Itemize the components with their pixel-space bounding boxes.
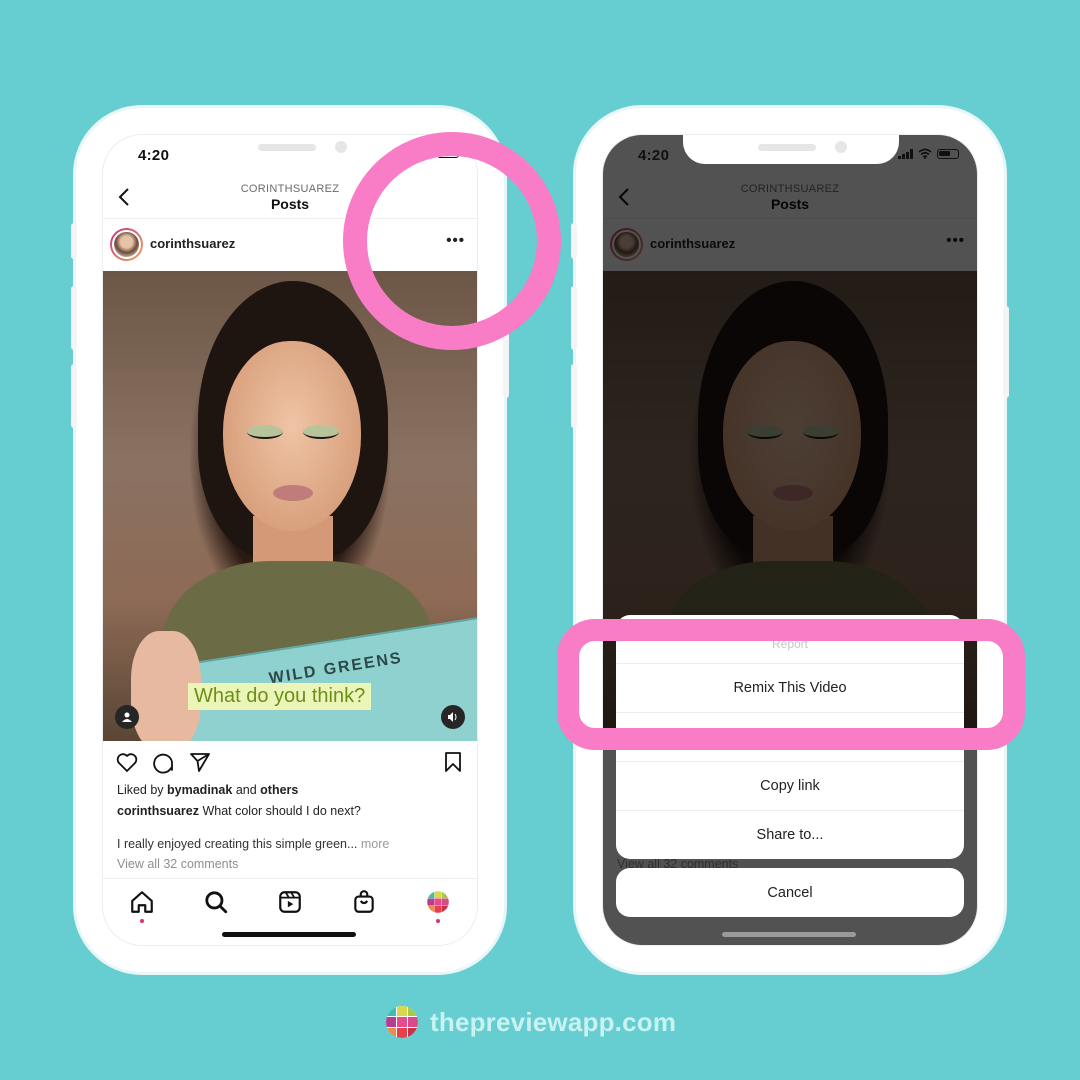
home-indicator[interactable] <box>222 932 356 937</box>
speaker <box>258 144 316 151</box>
more-link[interactable]: more <box>361 837 389 851</box>
tab-profile[interactable] <box>425 889 451 923</box>
search-icon <box>205 891 228 914</box>
notch <box>183 135 399 164</box>
battery-icon <box>937 148 959 159</box>
camera <box>835 141 847 153</box>
wifi-icon <box>918 148 932 159</box>
volume-down-button <box>71 364 77 428</box>
view-comments-link[interactable]: View all 32 comments <box>117 857 238 871</box>
signal-icon <box>898 148 913 159</box>
highlight-rectangle <box>557 619 1025 750</box>
home-indicator[interactable] <box>722 932 856 937</box>
reels-icon <box>279 891 301 913</box>
brand-logo-icon <box>386 1006 418 1038</box>
caption-more-text: I really enjoyed creating this simple gr… <box>117 837 361 851</box>
tab-home[interactable] <box>129 889 155 923</box>
likes-others[interactable]: others <box>260 783 298 797</box>
media-face <box>223 341 361 531</box>
highlight-circle <box>343 132 561 350</box>
camera <box>335 141 347 153</box>
share-icon[interactable] <box>188 750 212 774</box>
tab-bar <box>103 878 477 928</box>
heart-icon[interactable] <box>115 750 139 774</box>
status-time: 4:20 <box>638 147 670 164</box>
volume-up-button <box>71 286 77 350</box>
sheet-item-share-to[interactable]: Share to... <box>616 810 964 859</box>
sheet-item-copy-link[interactable]: Copy link <box>616 761 964 810</box>
brand-url: thepreviewapp.com <box>430 1006 677 1037</box>
profile-icon <box>427 891 449 913</box>
volume-up-button <box>571 286 577 350</box>
likes-text: Liked by bymadinak and others <box>117 783 298 797</box>
power-button <box>1003 306 1009 398</box>
caption: corinthsuarez What color should I do nex… <box>117 804 361 818</box>
tab-reels[interactable] <box>277 889 303 915</box>
post-actions <box>103 742 477 780</box>
caption-username[interactable]: corinthsuarez <box>117 804 199 818</box>
mute-switch <box>571 223 577 259</box>
volume-down-button <box>571 364 577 428</box>
status-icons <box>898 148 959 159</box>
avatar[interactable] <box>110 228 143 261</box>
tab-shop[interactable] <box>351 889 377 915</box>
status-time: 4:20 <box>138 147 170 164</box>
liked-by-user[interactable]: bymadinak <box>167 783 232 797</box>
home-icon <box>131 891 153 913</box>
phone-right: 4:20 CORINTHSUAREZ Posts corinthsuarez •… <box>571 108 1009 972</box>
comment-icon[interactable] <box>151 750 175 774</box>
brand-footer: thepreviewapp.com <box>386 1006 676 1038</box>
likes-middle: and <box>232 783 261 797</box>
tab-search[interactable] <box>203 889 229 915</box>
mute-switch <box>71 223 77 259</box>
user-icon[interactable] <box>115 705 139 729</box>
caption-text: What color should I do next? <box>198 804 361 818</box>
bookmark-icon[interactable] <box>441 750 465 774</box>
caption-continued: I really enjoyed creating this simple gr… <box>117 837 389 851</box>
shop-icon <box>354 890 374 913</box>
post-username[interactable]: corinthsuarez <box>150 236 235 251</box>
notch <box>683 135 899 164</box>
speaker <box>758 144 816 151</box>
screen: 4:20 CORINTHSUAREZ Posts corinthsuarez •… <box>602 134 978 946</box>
likes-prefix: Liked by <box>117 783 168 797</box>
caption-sticker: What do you think? <box>188 683 372 710</box>
cancel-button[interactable]: Cancel <box>616 868 964 917</box>
speaker-icon[interactable] <box>441 705 465 729</box>
